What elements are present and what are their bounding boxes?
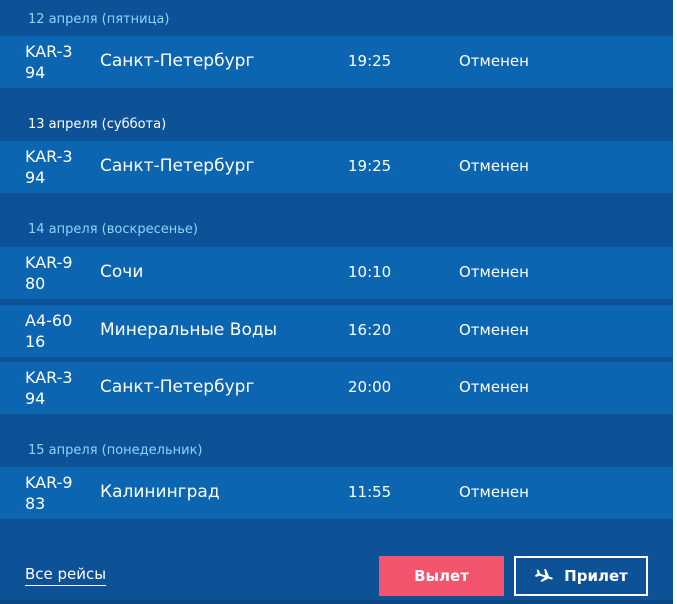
flight-status: Отменен xyxy=(459,378,529,396)
flight-row[interactable]: KAR-394 Санкт-Петербург 19:25 Отменен xyxy=(0,141,673,193)
flight-row[interactable]: A4-6016 Минеральные Воды 16:20 Отменен xyxy=(0,305,673,357)
flight-time: 16:20 xyxy=(348,321,392,339)
flight-status: Отменен xyxy=(459,157,529,175)
flight-status: Отменен xyxy=(459,483,529,501)
day-header: 12 апреля (пятница) xyxy=(28,12,170,27)
departures-button[interactable]: Вылет xyxy=(379,556,504,596)
flight-code: KAR-983 xyxy=(25,473,73,513)
flight-time: 19:25 xyxy=(348,157,392,175)
page-margin xyxy=(673,0,677,604)
flight-board: 12 апреля (пятница) KAR-394 Санкт-Петерб… xyxy=(0,0,673,604)
flight-time: 11:55 xyxy=(348,483,392,501)
arrivals-button[interactable]: Прилет xyxy=(514,556,648,596)
day-header: 14 апреля (воскресенье) xyxy=(28,222,198,237)
flight-status: Отменен xyxy=(459,321,529,339)
flight-city: Санкт-Петербург xyxy=(100,156,255,176)
bottom-divider xyxy=(0,600,673,604)
flight-code: KAR-980 xyxy=(25,253,73,293)
day-header: 15 апреля (понедельник) xyxy=(28,443,203,458)
flight-row[interactable]: KAR-983 Калининград 11:55 Отменен xyxy=(0,467,673,519)
flight-status: Отменен xyxy=(459,263,529,281)
arrivals-label: Прилет xyxy=(564,567,628,585)
flight-code: A4-6016 xyxy=(25,311,73,351)
flight-time: 10:10 xyxy=(348,263,392,281)
flight-time: 19:25 xyxy=(348,52,392,70)
flight-time: 20:00 xyxy=(348,378,392,396)
flight-code: KAR-394 xyxy=(25,42,73,82)
flight-city: Сочи xyxy=(100,262,144,282)
flight-code: KAR-394 xyxy=(25,147,73,187)
flight-row[interactable]: KAR-394 Санкт-Петербург 20:00 Отменен xyxy=(0,362,673,414)
flight-row[interactable]: KAR-980 Сочи 10:10 Отменен xyxy=(0,247,673,299)
all-flights-link[interactable]: Все рейсы xyxy=(25,565,107,586)
departures-label: Вылет xyxy=(414,567,469,585)
flight-status: Отменен xyxy=(459,52,529,70)
flight-city: Калининград xyxy=(100,482,220,502)
flight-city: Минеральные Воды xyxy=(100,320,278,340)
flight-row[interactable]: KAR-394 Санкт-Петербург 19:25 Отменен xyxy=(0,36,673,88)
flight-code: KAR-394 xyxy=(25,368,73,408)
plane-landing-icon xyxy=(534,568,554,583)
flight-city: Санкт-Петербург xyxy=(100,377,255,397)
flight-city: Санкт-Петербург xyxy=(100,51,255,71)
day-header: 13 апреля (суббота) xyxy=(28,117,167,132)
